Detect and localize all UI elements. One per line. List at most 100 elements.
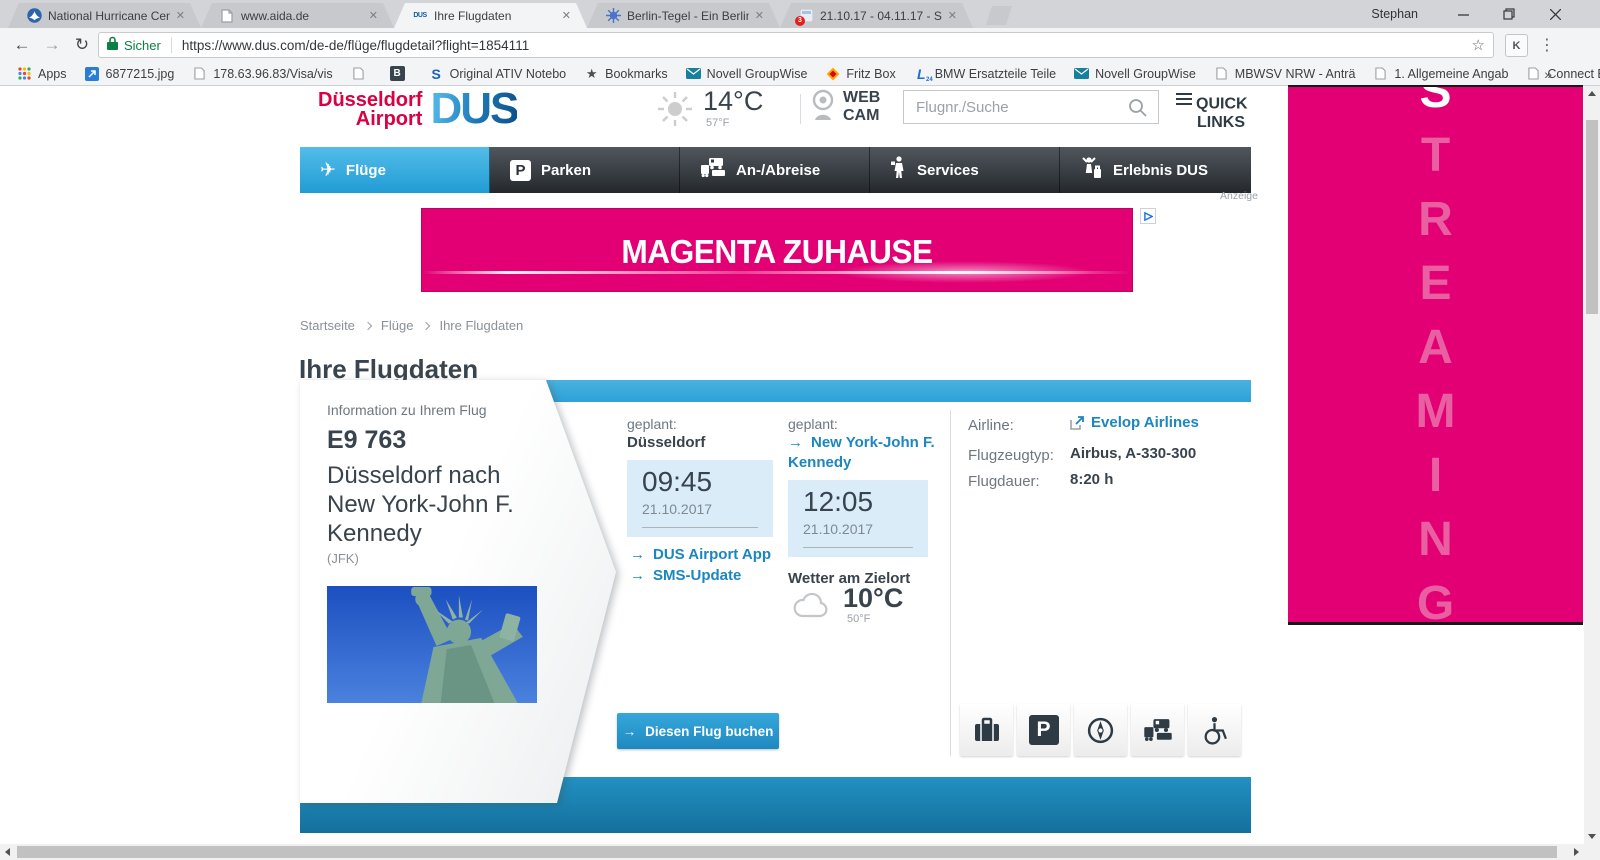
scroll-down-icon[interactable] (1588, 834, 1596, 839)
new-tab-button[interactable] (986, 6, 1012, 25)
bookmark-item[interactable]: Original ATIV Notebo (420, 63, 576, 85)
browser-menu-icon[interactable] (1534, 32, 1560, 58)
bookmark-item[interactable] (381, 63, 420, 85)
breadcrumb-startseite[interactable]: Startseite (300, 318, 355, 333)
bookmarks-overflow-icon[interactable] (1544, 66, 1552, 82)
bookmarks-bar: Apps 6877215.jpg 178.63.96.83/Visa/vis O… (0, 62, 1600, 86)
bookmark-item[interactable]: Fritz Box (816, 63, 904, 85)
dus-airport-logo[interactable]: Düsseldorf Airport DUS (318, 88, 517, 130)
bookmark-item[interactable]: Connect Box (1517, 63, 1600, 85)
browser-tab-5[interactable]: 3 21.10.17 - 04.11.17 - Seit ✕ (780, 3, 973, 28)
tab-close-icon[interactable]: ✕ (367, 9, 380, 22)
tab-close-icon[interactable]: ✕ (174, 9, 187, 22)
back-button[interactable] (8, 31, 36, 59)
tab-title: National Hurricane Cente (48, 9, 170, 23)
book-flight-button[interactable]: Diesen Flug buchen (617, 713, 779, 749)
dus-airport-app-link[interactable]: DUS Airport App (630, 546, 771, 563)
security-label: Sicher (124, 38, 161, 53)
bookmark-item[interactable]: BMW Ersatzteile Teile (905, 63, 1065, 85)
bookmark-label: Bookmarks (605, 67, 668, 81)
flight-search-input[interactable] (903, 90, 1159, 124)
vertical-scrollbar[interactable] (1584, 86, 1600, 844)
bookmark-item[interactable]: 178.63.96.83/Visa/vis (183, 63, 341, 85)
browser-profile-name[interactable]: Stephan (1371, 7, 1418, 21)
webcam-link[interactable]: WEB CAM (843, 89, 880, 125)
b-badge-icon (390, 66, 405, 81)
browser-tab-1[interactable]: National Hurricane Cente ✕ (8, 3, 201, 28)
sms-update-link[interactable]: SMS-Update (630, 567, 741, 584)
transport-tile[interactable] (1131, 704, 1184, 756)
bookmark-item[interactable]: Novell GroupWise (1065, 63, 1205, 85)
luggage-tile[interactable] (960, 704, 1013, 756)
bookmark-apps[interactable]: Apps (8, 63, 76, 85)
accessibility-tile[interactable] (1188, 704, 1241, 756)
horizontal-scrollbar[interactable] (0, 844, 1584, 860)
apps-grid-icon (17, 66, 32, 81)
bookmark-label: Apps (38, 67, 67, 81)
divider (950, 410, 951, 756)
bookmark-folder[interactable]: Bookmarks (575, 63, 677, 85)
bookmark-item[interactable] (342, 63, 381, 85)
amenity-tiles (960, 704, 1241, 756)
transport-icon (1143, 718, 1173, 742)
reload-button[interactable] (68, 31, 96, 59)
browser-tab-2[interactable]: www.aida.de ✕ (201, 3, 394, 28)
window-restore-button[interactable] (1488, 0, 1530, 28)
route-text: New York-John F. (327, 491, 514, 519)
nav-tab-parken[interactable]: Parken (490, 147, 680, 193)
bookmark-item[interactable]: 6877215.jpg (76, 63, 184, 85)
bookmark-label: MBWSV NRW - Anträ (1235, 67, 1356, 81)
ad-banner[interactable]: MAGENTA ZUHAUSE (421, 208, 1133, 292)
browser-tab-active[interactable]: Ihre Flugdaten ✕ (394, 3, 587, 28)
window-close-button[interactable] (1534, 0, 1576, 28)
page-icon (351, 66, 366, 81)
nav-tab-services[interactable]: Services (870, 147, 1060, 193)
breadcrumb: Startseite Flüge Ihre Flugdaten (300, 318, 533, 333)
tab-close-icon[interactable]: ✕ (946, 9, 959, 22)
nav-tab-erlebnis-dus[interactable]: Erlebnis DUS (1060, 147, 1251, 193)
cloud-icon (793, 592, 831, 624)
tab-close-icon[interactable]: ✕ (753, 9, 766, 22)
scroll-left-icon[interactable] (5, 848, 10, 856)
address-bar[interactable]: Sicher https://www.dus.com/de-de/flüge/f… (98, 32, 1494, 58)
bookmark-item[interactable]: 1. Allgemeine Angab (1364, 63, 1517, 85)
wheelchair-icon (1201, 716, 1228, 745)
bookmark-label: 178.63.96.83/Visa/vis (213, 67, 332, 81)
browser-titlebar: National Hurricane Cente ✕ www.aida.de ✕… (0, 0, 1600, 28)
scroll-right-icon[interactable] (1574, 848, 1579, 856)
arrival-city-link[interactable]: New York-John F. (788, 434, 935, 451)
breadcrumb-fluege[interactable]: Flüge (381, 318, 414, 333)
bookmark-item[interactable]: MBWSV NRW - Anträ (1205, 63, 1365, 85)
bookmark-label: 6877215.jpg (106, 67, 175, 81)
airline-link[interactable]: Evelop Airlines (1070, 414, 1199, 431)
bookmark-item[interactable]: Novell GroupWise (677, 63, 817, 85)
vertical-scrollbar-thumb[interactable] (1586, 120, 1598, 314)
parking-tile[interactable] (1017, 704, 1070, 756)
forward-button[interactable] (38, 31, 66, 59)
calendar-favicon-icon: 3 (798, 8, 814, 24)
tab-title: www.aida.de (241, 9, 363, 23)
orientation-tile[interactable] (1074, 704, 1127, 756)
compass-icon (1086, 716, 1115, 745)
nav-tab-fluege[interactable]: Flüge (300, 147, 490, 193)
page-icon (1214, 66, 1229, 81)
plane-icon (320, 159, 336, 182)
tab-close-icon[interactable]: ✕ (560, 9, 573, 22)
arrival-city-link[interactable]: Kennedy (788, 454, 851, 471)
bookmark-label: 1. Allgemeine Angab (1394, 67, 1508, 81)
adchoices-icon[interactable] (1140, 208, 1156, 224)
bookmark-label: Fritz Box (846, 67, 895, 81)
extension-icon[interactable]: K (1505, 34, 1528, 57)
scroll-up-icon[interactable] (1588, 91, 1596, 96)
horizontal-scrollbar-thumb[interactable] (17, 846, 1557, 858)
departure-time: 09:45 (642, 466, 712, 498)
window-minimize-button[interactable] (1442, 0, 1484, 28)
quick-links-button[interactable]: QUICK LINKS (1176, 90, 1268, 132)
nav-tab-an-abreise[interactable]: An-/Abreise (680, 147, 870, 193)
search-icon[interactable] (1128, 98, 1147, 122)
dus-favicon-icon (412, 8, 428, 24)
bookmark-star-icon[interactable] (1472, 36, 1485, 54)
streaming-ad-banner[interactable]: S T R E A M I N G (1288, 85, 1583, 625)
browser-tab-4[interactable]: Berlin-Tegel - Ein Berliner ✕ (587, 3, 780, 28)
arrival-label: geplant: (788, 416, 838, 432)
